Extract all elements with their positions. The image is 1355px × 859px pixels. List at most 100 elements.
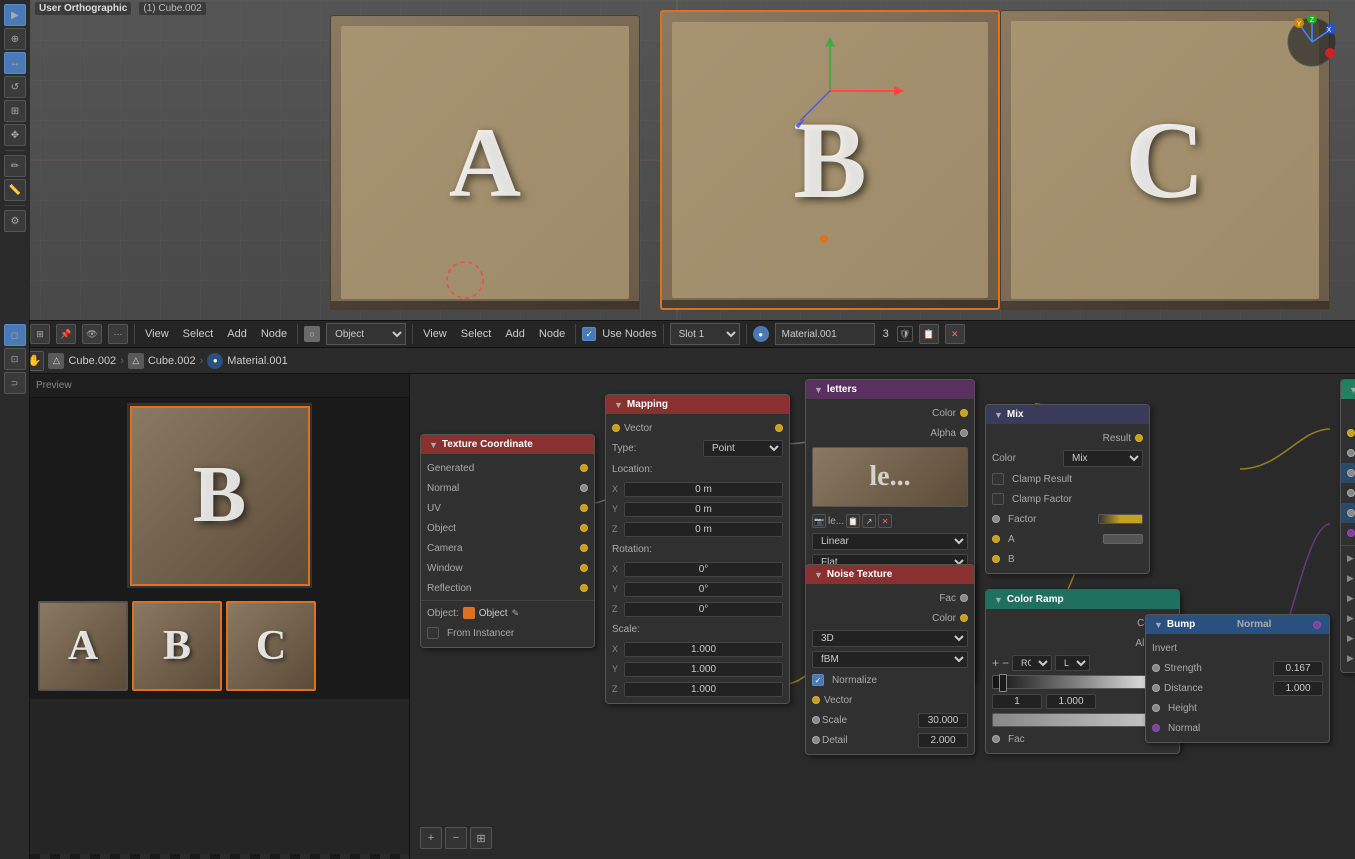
toolbar-select-btn[interactable]: ▶ bbox=[4, 4, 26, 26]
mapping-rot-x[interactable]: 0° bbox=[624, 562, 783, 577]
bsdf-spec-arrow[interactable]: ▶ bbox=[1347, 573, 1354, 584]
node-overlay-btn[interactable]: ⊞ bbox=[30, 324, 50, 344]
breadcrumb-item-3[interactable]: Material.001 bbox=[227, 355, 288, 367]
toolbar-transform-btn[interactable]: ✥ bbox=[4, 124, 26, 146]
tc-object-value[interactable]: Object bbox=[479, 608, 508, 619]
node-noise-header[interactable]: ▼ Noise Texture bbox=[806, 565, 974, 584]
mapping-rot-y[interactable]: 0° bbox=[624, 582, 783, 597]
mix-clamp-factor-check[interactable] bbox=[992, 493, 1004, 505]
bsdf-coat-arrow[interactable]: ▶ bbox=[1347, 613, 1354, 624]
node-more-btn[interactable]: ⋯ bbox=[108, 324, 128, 344]
material-name-input[interactable] bbox=[775, 323, 875, 345]
node-mapping-header[interactable]: ▼ Mapping bbox=[606, 395, 789, 414]
noise-scale-value[interactable]: 30.000 bbox=[918, 713, 968, 728]
letters-img-icon2[interactable]: 📋 bbox=[846, 514, 860, 528]
node-letters-header[interactable]: ▼ letters bbox=[806, 380, 974, 399]
letters-img-icon1[interactable]: 📷 bbox=[812, 514, 826, 528]
bsdf-trans-arrow[interactable]: ▶ bbox=[1347, 593, 1354, 604]
node-select-tool[interactable]: ◻ bbox=[4, 324, 26, 346]
node-bump[interactable]: ▼ Bump Normal Invert Strength 0.167 Dist… bbox=[1145, 614, 1330, 743]
noise-normalize-check[interactable]: ✓ bbox=[812, 674, 824, 686]
toolbar-cursor-btn[interactable]: ⊕ bbox=[4, 28, 26, 50]
mapping-scale-z[interactable]: 1.000 bbox=[624, 682, 783, 697]
cr-stop-val[interactable]: 1.000 bbox=[1046, 694, 1096, 709]
toolbar-extra-btn[interactable]: ⚙ bbox=[4, 210, 26, 232]
zoom-out-btn[interactable]: − bbox=[445, 827, 467, 849]
thumb-item-b[interactable]: B bbox=[132, 601, 222, 691]
node-color-ramp-header[interactable]: ▼ Color Ramp bbox=[986, 590, 1179, 609]
breadcrumb-item-2[interactable]: Cube.002 bbox=[148, 355, 196, 367]
node-mix-header[interactable]: ▼ Mix bbox=[986, 405, 1149, 424]
bsdf-sheen-arrow[interactable]: ▶ bbox=[1347, 633, 1354, 644]
cr-stop-pos[interactable]: 1 bbox=[992, 694, 1042, 709]
mix-factor-bar[interactable] bbox=[1098, 514, 1143, 524]
node-noise-texture[interactable]: ▼ Noise Texture Fac Color 3D fBM ✓ bbox=[805, 564, 975, 755]
node-pin-btn[interactable]: 📌 bbox=[56, 324, 76, 344]
letters-img-icon4[interactable]: ✕ bbox=[878, 514, 892, 528]
mapping-scale-y[interactable]: 1.000 bbox=[624, 662, 783, 677]
breadcrumb-item-1[interactable]: Cube.002 bbox=[68, 355, 116, 367]
mapping-scale-x[interactable]: 1.000 bbox=[624, 642, 783, 657]
cr-channel-select[interactable]: RG bbox=[1012, 655, 1052, 671]
mix-b-label: B bbox=[1008, 554, 1015, 565]
mix-mode-select[interactable]: Mix bbox=[1063, 450, 1143, 467]
node-menu2[interactable]: Node bbox=[535, 326, 569, 342]
mapping-loc-x[interactable]: 0 m bbox=[624, 482, 783, 497]
object-select[interactable]: Object bbox=[326, 323, 406, 345]
mix-a-swatch[interactable] bbox=[1103, 534, 1143, 544]
node-mapping[interactable]: ▼ Mapping Vector Type: Point Location: X… bbox=[605, 394, 790, 704]
add-menu2[interactable]: Add bbox=[501, 326, 529, 342]
node-menu[interactable]: Node bbox=[257, 326, 291, 342]
fit-view-btn[interactable]: ⊞ bbox=[470, 827, 492, 849]
node-texture-coordinate-header[interactable]: ▼ Texture Coordinate bbox=[421, 435, 594, 454]
close-material-btn[interactable]: ✕ bbox=[945, 324, 965, 344]
use-nodes-checkbox[interactable]: ✓ bbox=[582, 327, 596, 341]
view-menu[interactable]: View bbox=[141, 326, 173, 342]
bump-distance-value[interactable]: 1.000 bbox=[1273, 681, 1323, 696]
toolbar-scale-btn[interactable]: ⊞ bbox=[4, 100, 26, 122]
toolbar-move-btn[interactable]: ↔ bbox=[4, 52, 26, 74]
bsdf-sub-arrow[interactable]: ▶ bbox=[1347, 553, 1354, 564]
3d-viewport[interactable]: A B C User Orthographic (1) Cube.002 bbox=[0, 0, 1355, 320]
cr-interp-select[interactable]: Lin bbox=[1055, 655, 1090, 671]
select-menu2[interactable]: Select bbox=[457, 326, 496, 342]
letters-img-icon3[interactable]: ↗ bbox=[862, 514, 876, 528]
node-display-btn[interactable]: 👁 bbox=[82, 324, 102, 344]
use-nodes-label[interactable]: Use Nodes bbox=[602, 328, 656, 340]
noise-detail-value[interactable]: 2.000 bbox=[918, 733, 968, 748]
tc-from-instancer-check[interactable] bbox=[427, 627, 439, 639]
view-menu2[interactable]: View bbox=[419, 326, 451, 342]
node-principled-header[interactable]: ▼ Principled BSDF bbox=[1341, 380, 1355, 399]
letters-interpolation-select[interactable]: Linear bbox=[812, 533, 968, 550]
cr-add-stop-btn[interactable]: + bbox=[992, 656, 999, 670]
slot-select[interactable]: Slot 1 bbox=[670, 323, 740, 345]
mapping-loc-y[interactable]: 0 m bbox=[624, 502, 783, 517]
zoom-in-btn[interactable]: + bbox=[420, 827, 442, 849]
toolbar-rotate-btn[interactable]: ↺ bbox=[4, 76, 26, 98]
thumb-item-c[interactable]: C bbox=[226, 601, 316, 691]
toolbar-annotate-btn[interactable]: ✏ bbox=[4, 155, 26, 177]
node-bump-header[interactable]: ▼ Bump Normal bbox=[1146, 615, 1329, 634]
tc-edit-icon[interactable]: ✎ bbox=[512, 608, 520, 619]
toolbar-measure-btn[interactable]: 📏 bbox=[4, 179, 26, 201]
cr-minus-stop-btn[interactable]: − bbox=[1002, 656, 1009, 670]
noise-fbm-select[interactable]: fBM bbox=[812, 651, 968, 668]
nav-gizmo[interactable]: X Y Z bbox=[1285, 15, 1340, 70]
select-menu-node[interactable]: Select bbox=[179, 326, 218, 342]
mapping-rot-z[interactable]: 0° bbox=[624, 602, 783, 617]
add-menu[interactable]: Add bbox=[223, 326, 251, 342]
node-box-select[interactable]: ⊡ bbox=[4, 348, 26, 370]
node-mix[interactable]: ▼ Mix Result Color Mix Clamp Result Clam… bbox=[985, 404, 1150, 574]
bump-strength-value[interactable]: 0.167 bbox=[1273, 661, 1323, 676]
mapping-type-select[interactable]: Point bbox=[703, 440, 783, 457]
node-lasso-select[interactable]: ⊃ bbox=[4, 372, 26, 394]
node-canvas[interactable]: ▼ Texture Coordinate Generated Normal UV… bbox=[410, 374, 1355, 859]
mix-clamp-result-check[interactable] bbox=[992, 473, 1004, 485]
mapping-loc-z[interactable]: 0 m bbox=[624, 522, 783, 537]
bsdf-emission-arrow[interactable]: ▶ bbox=[1347, 653, 1354, 664]
node-texture-coordinate[interactable]: ▼ Texture Coordinate Generated Normal UV… bbox=[420, 434, 595, 648]
noise-3d-select[interactable]: 3D bbox=[812, 630, 968, 647]
node-principled-bsdf[interactable]: ▼ Principled BSDF BSDF Base Color Metall… bbox=[1340, 379, 1355, 673]
thumb-item-a[interactable]: A bbox=[38, 601, 128, 691]
new-material-btn[interactable]: 📋 bbox=[919, 324, 939, 344]
